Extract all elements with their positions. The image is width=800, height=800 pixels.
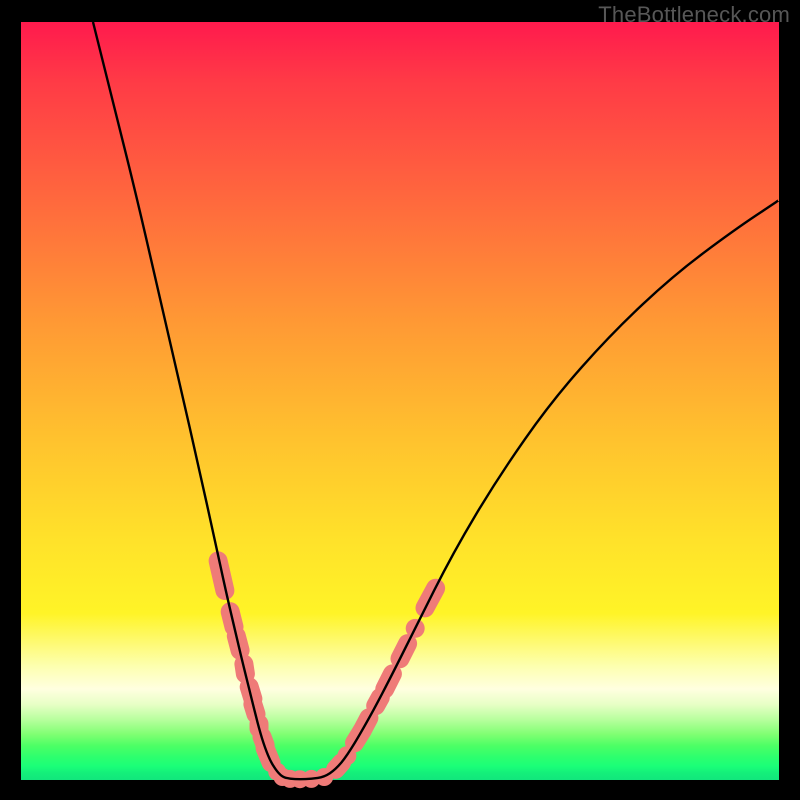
chart-svg [21, 22, 779, 780]
bottleneck-curve [93, 22, 779, 779]
chart-frame [21, 22, 779, 780]
